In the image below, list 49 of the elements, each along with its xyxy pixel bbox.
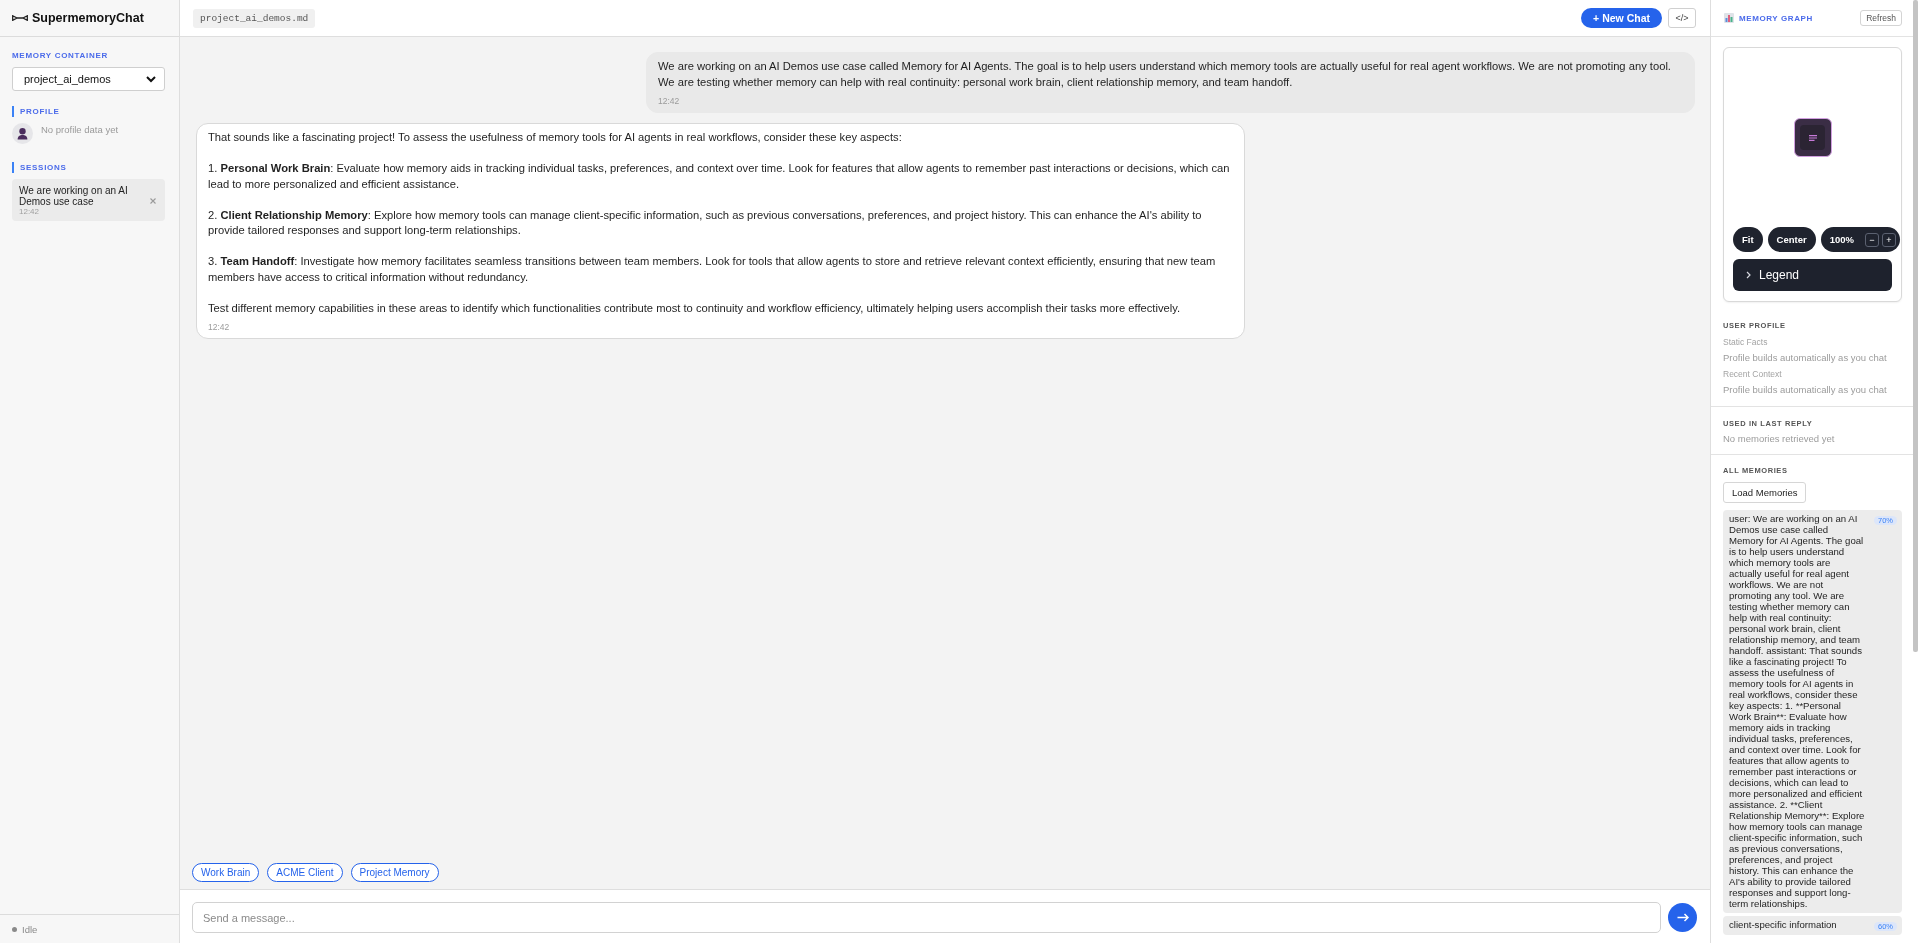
send-button[interactable] <box>1668 903 1697 932</box>
file-name-tag: project_ai_demos.md <box>193 8 316 28</box>
status-text: Idle <box>22 923 38 935</box>
center-button[interactable]: Center <box>1767 227 1816 252</box>
message-text: Test different memory capabilities in these areas to identify which functionalities contribute most to continuity and workflow efficiency, ultimately helping users accomplish their tasks more effectively. <box>208 300 1182 316</box>
load-memories-button[interactable]: Load Memories <box>1723 482 1807 503</box>
message-time: 12:42 <box>208 321 230 333</box>
scrollbar-thumb[interactable] <box>1913 0 1918 652</box>
section-label: PROFILE <box>12 106 60 117</box>
container-select[interactable]: project_ai_demos <box>12 67 165 91</box>
chevron-down-icon <box>146 75 156 83</box>
profile-group-label: Recent Context <box>1723 369 1783 380</box>
profile-group-text: Profile builds automatically as you chat <box>1723 384 1888 396</box>
zoom-in-button[interactable]: + <box>1882 232 1896 247</box>
session-item[interactable]: We are working on an AI Demos use case 12:42 <box>12 179 165 221</box>
zoom-level: 100% <box>1829 234 1854 245</box>
message-input[interactable]: Send a message... <box>192 902 1661 933</box>
profile-group-text: Profile builds automatically as you chat <box>1723 352 1888 364</box>
message-text: 1. Personal Work Brain: Evaluate how memory aids in tracking individual tasks, preferences, and context over time. Look for features that allow agents to remember past interactions or decisions, which can lead to more personalized and efficient assistance. <box>208 161 1231 192</box>
arrow-right-icon <box>1676 913 1689 922</box>
suggestion-chip[interactable]: ACME Client <box>267 863 343 882</box>
legend-button[interactable]: Legend <box>1733 259 1892 291</box>
new-chat-button[interactable]: + New Chat <box>1581 8 1662 28</box>
code-view-button[interactable]: </> <box>1668 8 1696 28</box>
suggestion-chip[interactable]: Project Memory <box>350 863 439 882</box>
app-title: SupermemoryChat <box>32 11 144 25</box>
panel-title: MEMORY GRAPH <box>1739 13 1813 23</box>
avatar-icon <box>12 123 33 144</box>
message-text: We are working on an AI Demos use case called Memory for AI Agents. The goal is to help users understand which memory tools are actually useful for real agent workflows. We are not promoting any tool. We are testing whether memory can help with real continuity: personal work brain, client relationship memory, and team handoff. <box>658 59 1672 90</box>
suggestion-chip[interactable]: Work Brain <box>192 863 260 882</box>
bar-chart-icon <box>1724 13 1734 23</box>
graph-node[interactable] <box>1793 118 1832 157</box>
text-lines-icon <box>1808 134 1817 141</box>
refresh-button[interactable]: Refresh <box>1860 10 1902 26</box>
memory-text: user: We are working on an AI Demos use case called Memory for AI Agents. The goal is to help users understand which memory tools are actually useful for real agent workflows. We are not promoting any tool. We are testing whether memory can help with real continuity: personal work brain, client relationship memory, and team handoff. assistant: That sounds like a fascinating project! To assess the usefulness of memory tools for AI agents in real workflows, consider these key aspects: 1. **Personal Work Brain**: Evaluate how memory aids in tracking individual tasks, preferences, and context over time. Look for features that allow agents to remember past interactions or decisions, which can lead to more personalized and efficient assistance. 2. **Client Relationship Memory**: Explore how memory tools can manage client-specific information, such as previous conversations, preferences, and project history. This can enhance the AI's ability to provide tailored responses and support long-term relationships. <box>1729 513 1865 909</box>
message-text: 3. Team Handoff: Investigate how memory facilitates seamless transitions between team members. Look for tools that allow agents to store and retrieve relevant context efficiently, ensuring that new team members have access to critical information without redundancy. <box>208 254 1217 285</box>
profile-group-label: Static Facts <box>1723 337 1769 348</box>
status-dot-icon <box>12 926 17 932</box>
fit-button[interactable]: Fit <box>1733 227 1763 252</box>
message-text: That sounds like a fascinating project! To assess the usefulness of memory tools for AI agents in real workflows, consider these key aspects: <box>208 130 903 145</box>
profile-empty-text: No profile data yet <box>41 123 119 136</box>
memory-text: client-specific information <box>1729 919 1838 930</box>
section-label: SESSIONS <box>12 162 67 173</box>
message-text: 2. Client Relationship Memory: Explore how memory tools can manage client-specific information, such as previous conversations, preferences, and project history. This can enhance the AI's ability to provide tailored responses and support long-term relationships. <box>208 207 1203 238</box>
zoom-out-button[interactable]: − <box>1865 232 1879 247</box>
message-time: 12:42 <box>658 95 680 107</box>
logo-icon <box>12 15 28 21</box>
section-label: MEMORY CONTAINER <box>12 50 108 61</box>
empty-state-text: No memories retrieved yet <box>1723 433 1836 445</box>
